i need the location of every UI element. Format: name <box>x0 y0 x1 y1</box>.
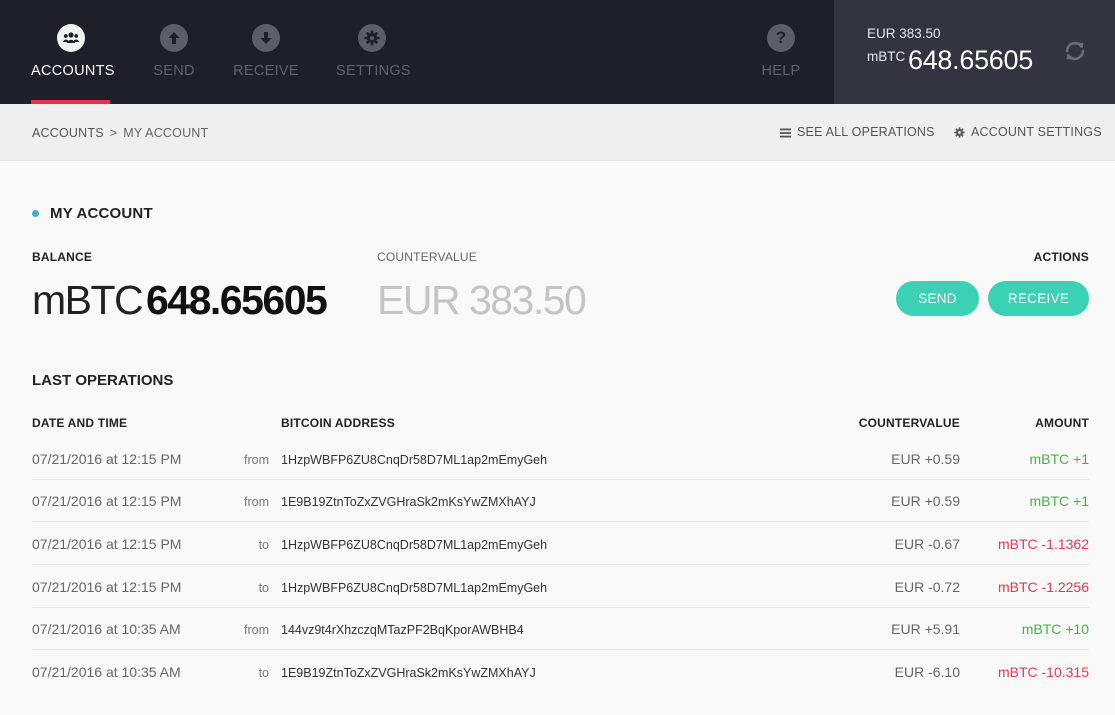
operation-countervalue: EUR +5.91 <box>891 621 960 637</box>
send-button[interactable]: SEND <box>896 281 979 316</box>
account-title: MY ACCOUNT <box>50 205 153 222</box>
breadcrumb-current: MY ACCOUNT <box>123 126 209 140</box>
account-settings-label: ACCOUNT SETTINGS <box>971 125 1102 139</box>
operation-amount: mBTC -1.2256 <box>997 579 1089 595</box>
top-nav-bar: ACCOUNTS SEND RECEIVE SETTINGS ? HELP EU… <box>0 0 1115 104</box>
operation-date: 07/21/2016 at 12:15 PM <box>32 579 182 595</box>
question-icon: ? <box>767 24 795 52</box>
operation-date: 07/21/2016 at 10:35 AM <box>32 664 181 680</box>
operation-direction: to <box>258 666 269 680</box>
breadcrumb-separator: > <box>109 126 118 140</box>
operation-address[interactable]: 1HzpWBFP6ZU8CnqDr58D7ML1ap2mEmyGeh <box>281 581 547 595</box>
header-fiat-balance: EUR 383.50 <box>867 26 941 41</box>
operation-countervalue: EUR +0.59 <box>891 493 960 509</box>
nav-send[interactable]: SEND <box>146 0 202 104</box>
list-icon <box>780 128 791 138</box>
operation-address[interactable]: 1HzpWBFP6ZU8CnqDr58D7ML1ap2mEmyGeh <box>281 453 547 467</box>
account-color-dot <box>32 210 39 217</box>
gear-icon <box>358 24 386 52</box>
column-header-date: DATE AND TIME <box>32 416 128 430</box>
table-row[interactable]: 07/21/2016 at 12:15 PM to 1HzpWBFP6ZU8Cn… <box>32 565 1089 608</box>
balance-value: 648.65605 <box>146 277 328 323</box>
table-row[interactable]: 07/21/2016 at 12:15 PM to 1HzpWBFP6ZU8Cn… <box>32 522 1089 565</box>
column-header-address: BITCOIN ADDRESS <box>281 416 395 430</box>
nav-settings[interactable]: SETTINGS <box>336 0 411 104</box>
column-header-amount: AMOUNT <box>1035 416 1089 430</box>
operation-amount: mBTC -1.1362 <box>997 536 1089 552</box>
operation-direction: to <box>258 581 269 595</box>
breadcrumb-accounts[interactable]: ACCOUNTS <box>32 126 104 140</box>
countervalue-label: COUNTERVALUE <box>377 250 477 264</box>
column-header-countervalue: COUNTERVALUE <box>858 416 960 430</box>
operation-date: 07/21/2016 at 12:15 PM <box>32 451 182 467</box>
balance-unit: mBTC <box>32 277 144 323</box>
refresh-icon[interactable] <box>1062 38 1088 64</box>
operation-direction: to <box>258 538 269 552</box>
table-row[interactable]: 07/21/2016 at 10:35 AM to 1E9B19ZtnToZxZ… <box>32 650 1089 693</box>
nav-send-label: SEND <box>153 63 195 79</box>
operation-address[interactable]: 1HzpWBFP6ZU8CnqDr58D7ML1ap2mEmyGeh <box>281 538 547 552</box>
header-balance-panel: EUR 383.50 mBTC 648.65605 <box>834 0 1115 104</box>
operation-countervalue: EUR +0.59 <box>891 451 960 467</box>
operation-countervalue: EUR -0.67 <box>894 536 960 552</box>
arrow-down-icon <box>252 24 280 52</box>
users-icon <box>56 24 85 52</box>
nav-accounts[interactable]: ACCOUNTS <box>31 0 115 104</box>
see-all-operations-label: SEE ALL OPERATIONS <box>797 125 935 139</box>
header-balance-value: 648.65605 <box>908 45 1033 75</box>
operation-direction: from <box>244 453 269 467</box>
balance-label: BALANCE <box>32 250 93 264</box>
countervalue-value: EUR 383.50 <box>377 277 587 323</box>
nav-help[interactable]: ? HELP <box>760 0 802 104</box>
operation-direction: from <box>244 623 269 637</box>
gear-icon <box>954 127 965 138</box>
operation-address[interactable]: 1E9B19ZtnToZxZVGHraSk2mKsYwZMXhAYJ <box>281 666 536 680</box>
operation-amount: mBTC -10.315 <box>997 664 1089 680</box>
actions-label: ACTIONS <box>1033 250 1089 264</box>
operation-amount: mBTC +1 <box>1029 451 1089 467</box>
operation-address[interactable]: 1E9B19ZtnToZxZVGHraSk2mKsYwZMXhAYJ <box>281 495 536 509</box>
see-all-operations-link[interactable]: SEE ALL OPERATIONS <box>780 125 935 139</box>
operation-amount: mBTC +1 <box>1029 493 1089 509</box>
arrow-up-icon <box>160 24 188 52</box>
operation-countervalue: EUR -0.72 <box>894 579 960 595</box>
operation-direction: from <box>244 495 269 509</box>
operation-amount: mBTC +10 <box>1021 621 1089 637</box>
table-row[interactable]: 07/21/2016 at 10:35 AM from 144vz9t4rXhz… <box>32 607 1089 650</box>
account-settings-link[interactable]: ACCOUNT SETTINGS <box>954 125 1102 139</box>
nav-accounts-label: ACCOUNTS <box>31 63 115 79</box>
operation-countervalue: EUR -6.10 <box>894 664 960 680</box>
header-balance-unit: mBTC <box>867 49 906 64</box>
nav-help-label: HELP <box>761 63 801 79</box>
last-operations-title: LAST OPERATIONS <box>32 372 174 389</box>
table-row[interactable]: 07/21/2016 at 12:15 PM from 1HzpWBFP6ZU8… <box>32 437 1089 480</box>
nav-receive[interactable]: RECEIVE <box>233 0 299 104</box>
operation-address[interactable]: 144vz9t4rXhzczqMTazPF2BqKporAWBHB4 <box>281 623 524 637</box>
operation-date: 07/21/2016 at 10:35 AM <box>32 621 181 637</box>
nav-settings-label: SETTINGS <box>336 63 411 79</box>
nav-receive-label: RECEIVE <box>233 63 299 79</box>
operation-date: 07/21/2016 at 12:15 PM <box>32 536 182 552</box>
receive-button[interactable]: RECEIVE <box>988 281 1089 316</box>
breadcrumb-bar: ACCOUNTS > MY ACCOUNT SEE ALL OPERATIONS A… <box>0 104 1115 161</box>
breadcrumb: ACCOUNTS > MY ACCOUNT <box>32 126 208 140</box>
table-row[interactable]: 07/21/2016 at 12:15 PM from 1E9B19ZtnToZ… <box>32 479 1089 522</box>
operation-date: 07/21/2016 at 12:15 PM <box>32 493 182 509</box>
